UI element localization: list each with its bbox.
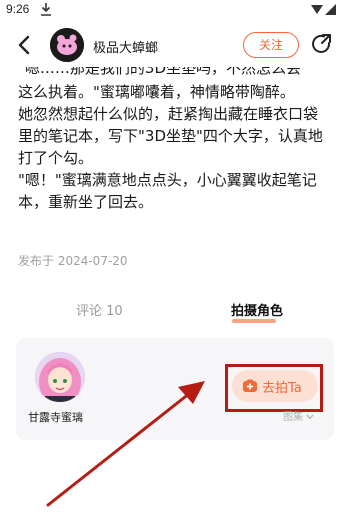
gallery-link-label: 图集 — [283, 412, 303, 423]
article-paragraph: "嗯！"蜜璃满意地点点头，小心翼翼收起笔记本，重新坐了回去。 — [18, 171, 317, 211]
author-name[interactable]: 极品大蟑螂 — [93, 37, 158, 56]
shoot-character-button[interactable]: 去拍Ta — [232, 370, 318, 402]
follow-button[interactable]: 关注 — [243, 32, 299, 58]
character-avatar[interactable] — [35, 352, 85, 402]
article-paragraph: 这么执着。"蜜璃嘟囔着，神情略带陶醉。 — [18, 83, 295, 101]
publish-date: 发布于 2024-07-20 — [18, 254, 128, 268]
active-tab-indicator — [232, 319, 276, 323]
tab-shoot-character[interactable]: 拍摄角色 — [231, 300, 283, 319]
chevron-down-icon — [306, 414, 314, 420]
character-card: 甘露寺蜜璃 去拍Ta 图集 — [16, 338, 334, 440]
status-bar: 9:26 — [0, 0, 344, 20]
wifi-signal-icon — [311, 4, 336, 15]
author-avatar-image — [50, 28, 84, 62]
back-arrow-icon[interactable] — [14, 33, 36, 57]
download-icon — [41, 3, 51, 16]
character-name: 甘露寺蜜璃 — [28, 411, 83, 424]
article-cut-line-text: "嗯……那是我们的3D坐垫吗，不然怎么会 — [18, 67, 301, 77]
article-body: "嗯……那是我们的3D坐垫吗，不然怎么会 这么执着。"蜜璃嘟囔着，神情略带陶醉。… — [18, 67, 338, 237]
shoot-character-button-label: 去拍Ta — [262, 381, 302, 396]
header: 极品大蟑螂 关注 — [0, 24, 344, 68]
tab-comments[interactable]: 评论 10 — [76, 300, 123, 319]
camera-plus-icon — [243, 379, 257, 392]
gallery-link[interactable]: 图集 — [283, 408, 314, 423]
share-icon[interactable] — [311, 33, 333, 55]
tab-bar: 评论 10 拍摄角色 — [0, 300, 344, 326]
author-avatar[interactable] — [50, 28, 84, 62]
status-time: 9:26 — [6, 2, 30, 16]
character-avatar-image — [35, 352, 85, 402]
article-cut-line: "嗯……那是我们的3D坐垫吗，不然怎么会 — [18, 67, 338, 81]
article-paragraph: 她忽然想起什么似的，赶紧掏出藏在睡衣口袋里的笔记本，写下"3D坐垫"四个大字，认… — [18, 105, 323, 167]
